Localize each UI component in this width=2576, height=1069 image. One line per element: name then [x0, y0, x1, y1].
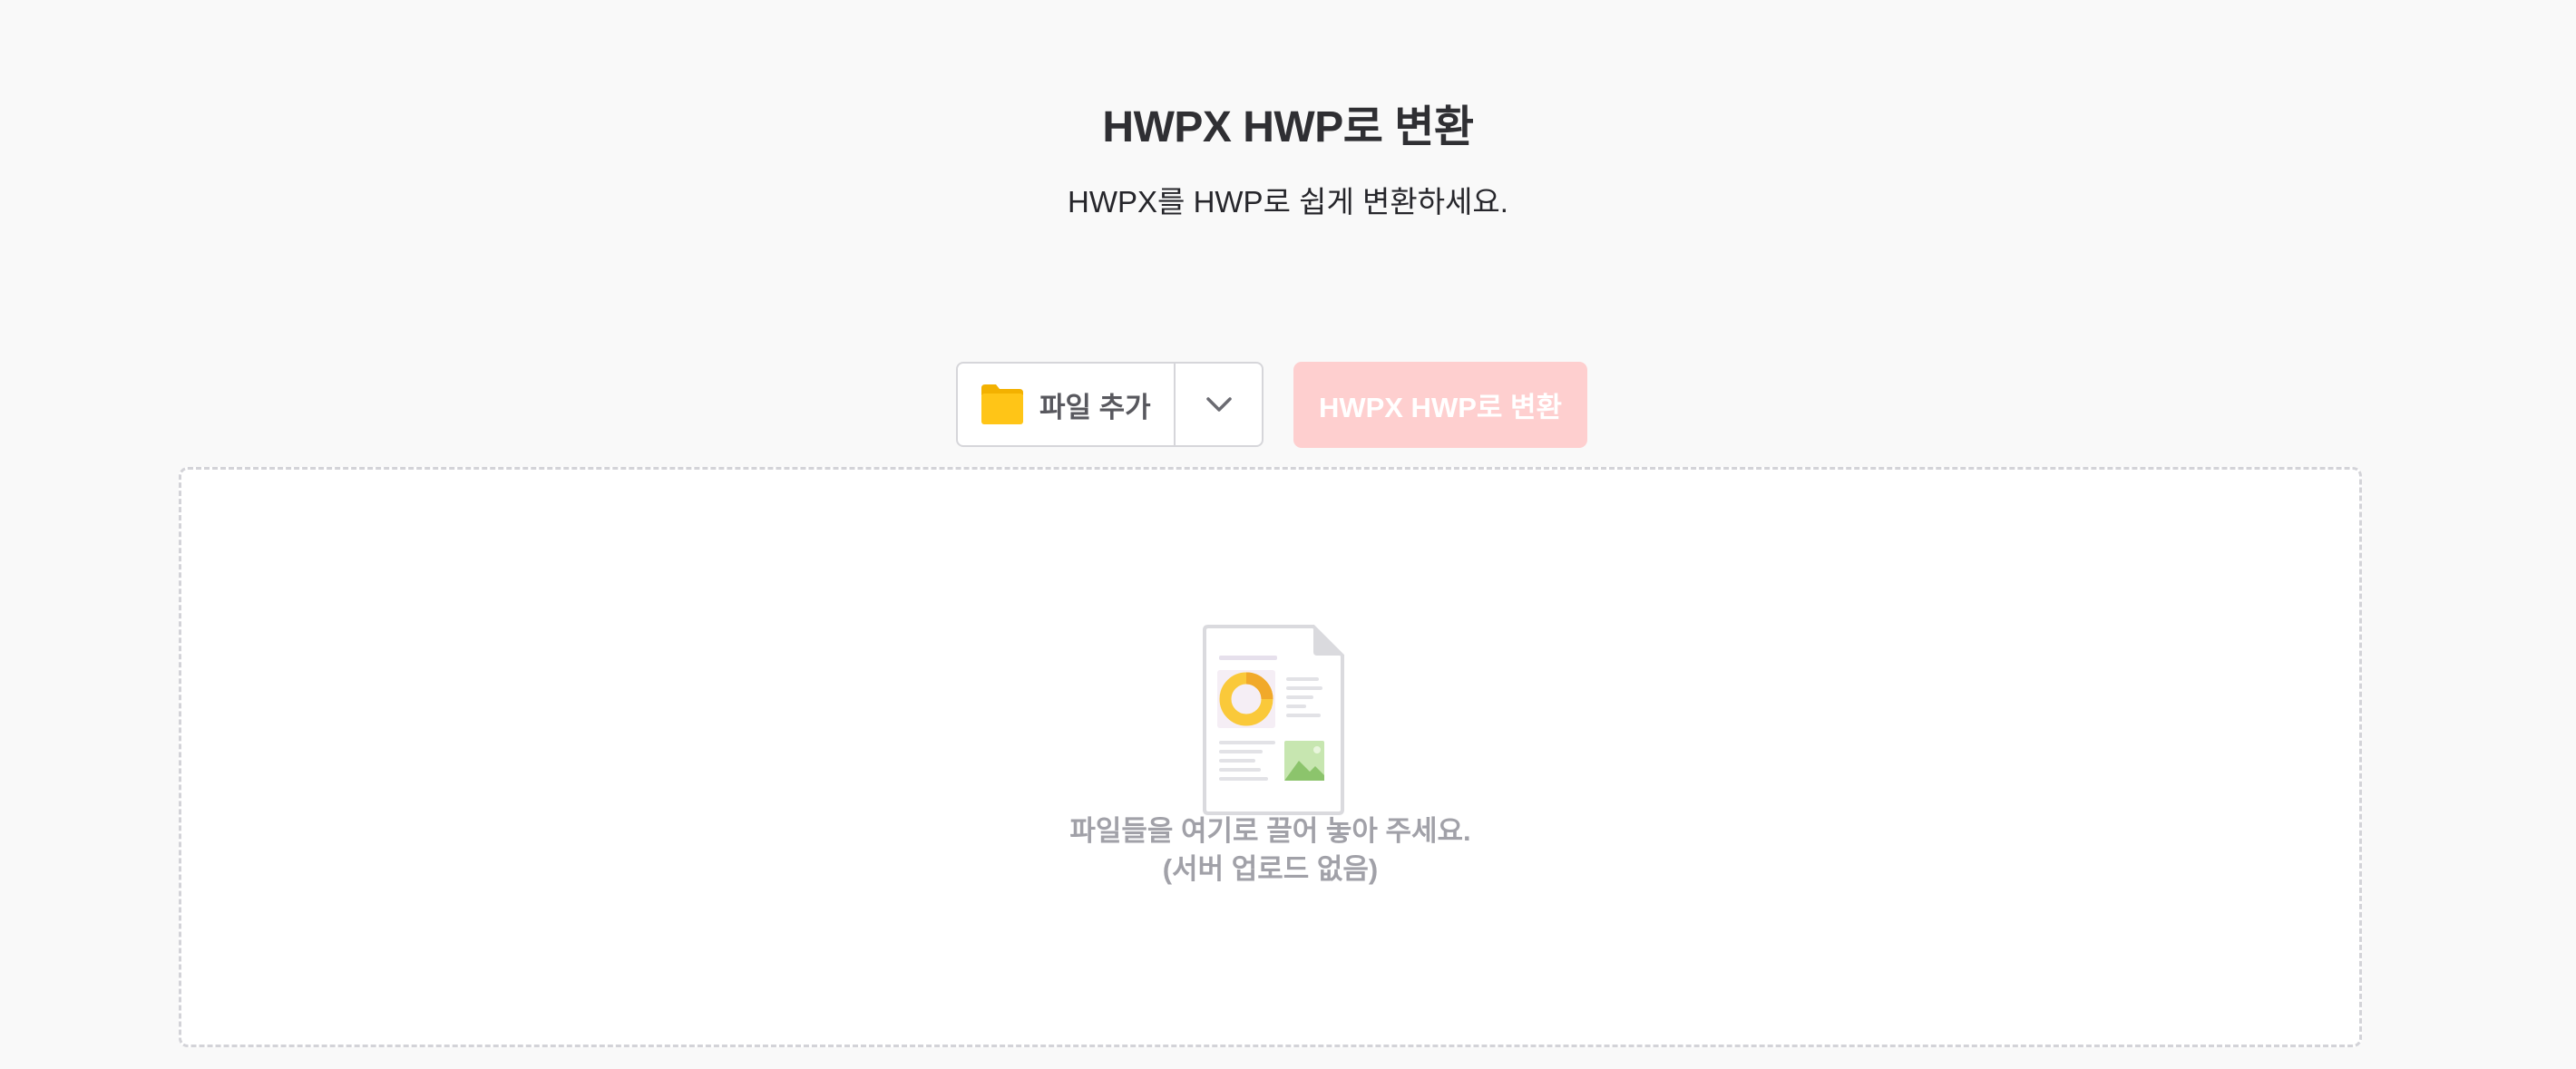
- add-file-dropdown-button[interactable]: [1176, 364, 1262, 445]
- add-file-group: 파일 추가: [956, 362, 1264, 447]
- chevron-down-icon: [1205, 397, 1232, 412]
- page-subtitle: HWPX를 HWP로 쉽게 변환하세요.: [1068, 185, 1508, 219]
- folder-icon: [981, 384, 1023, 424]
- convert-button[interactable]: HWPX HWP로 변환: [1293, 362, 1587, 448]
- toolbar: 파일 추가 HWPX HWP로 변환: [956, 362, 1587, 449]
- document-illustration-icon: [1203, 625, 1344, 815]
- dropzone-instruction: 파일들을 여기로 끌어 놓아 주세요.: [1069, 815, 1471, 847]
- file-dropzone[interactable]: 파일들을 여기로 끌어 놓아 주세요. (서버 업로드 없음): [179, 467, 2362, 1047]
- add-file-label: 파일 추가: [1039, 391, 1151, 423]
- dropzone-note: (서버 업로드 없음): [1162, 853, 1379, 885]
- add-file-button[interactable]: 파일 추가: [958, 364, 1176, 445]
- dropzone-text: 파일들을 여기로 끌어 놓아 주세요. (서버 업로드 없음): [181, 812, 2359, 889]
- page: HWPX HWP로 변환 HWPX를 HWP로 쉽게 변환하세요. 파일 추가 …: [0, 0, 2576, 1069]
- convert-button-label: HWPX HWP로 변환: [1318, 392, 1563, 423]
- page-title: HWPX HWP로 변환: [1102, 103, 1474, 151]
